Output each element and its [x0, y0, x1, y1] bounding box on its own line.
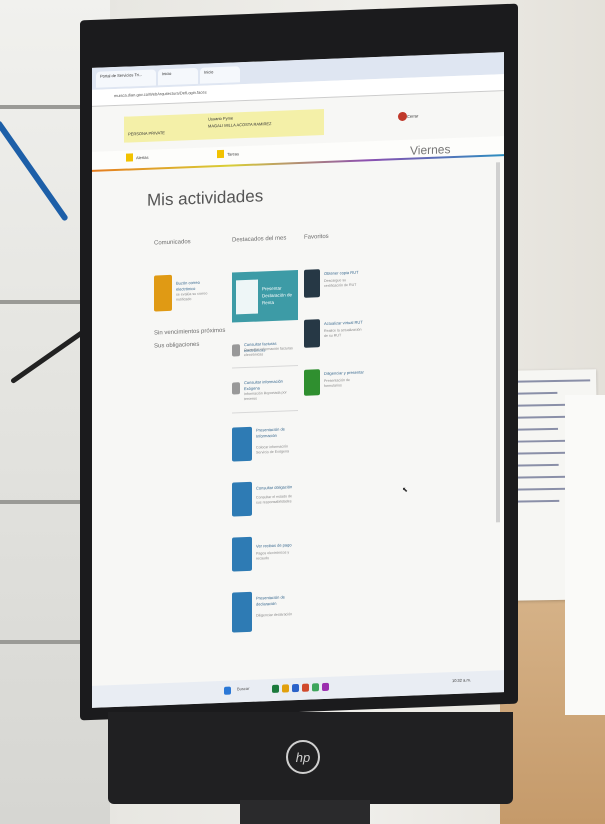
- taskbar-app-icon[interactable]: [322, 682, 329, 692]
- clock: 10:32 a.m.: [452, 677, 471, 684]
- mouse-cursor: ⬉: [402, 486, 408, 495]
- favoritos-item-sub: Presentación de formularios: [324, 378, 350, 389]
- form-icon[interactable]: [232, 591, 252, 633]
- edge-icon[interactable]: [292, 683, 299, 693]
- destacados-item-sub: Información Reportada por terceros: [244, 390, 287, 402]
- windows-start-icon[interactable]: [224, 686, 231, 695]
- destacados-item-label[interactable]: Ver recibos de pago: [256, 542, 298, 550]
- rut-copy-icon[interactable]: [304, 269, 320, 298]
- tasks-icon[interactable]: [217, 149, 224, 159]
- banner-user: MAGALI MILLA ACOSTA RAMIREZ: [208, 121, 272, 129]
- document-icon: [236, 279, 258, 315]
- receipt-icon[interactable]: [232, 536, 252, 572]
- browser-tab[interactable]: Inicio: [158, 67, 198, 86]
- column-title-favoritos: Favoritos: [304, 233, 329, 241]
- favoritos-item-label[interactable]: Diligenciar y presentar: [324, 369, 364, 377]
- destacados-item-sub: Consultar información facturas electróni…: [244, 346, 293, 358]
- destacados-item-sub: Colocar información Servicio de Exógena: [256, 444, 289, 455]
- taskbar-app-icon[interactable]: [272, 684, 279, 693]
- featured-card[interactable]: Presentar Declaración de Renta: [232, 270, 298, 323]
- destacados-item-label[interactable]: Presentación de declaración: [256, 594, 298, 608]
- hp-logo: hp: [286, 740, 320, 774]
- exogena-icon[interactable]: [232, 382, 240, 395]
- divider: [232, 365, 298, 369]
- nav-item-alertas[interactable]: Alertas: [136, 155, 148, 160]
- browser-tab[interactable]: Portal de Servicios Tri...: [96, 69, 156, 88]
- bell-icon[interactable]: [126, 153, 133, 162]
- browser-tab[interactable]: Inicio: [200, 66, 240, 84]
- column-title-destacados: Destacados del mes: [232, 235, 287, 244]
- monitor-stand: [240, 800, 370, 824]
- logout-link[interactable]: Cerrar: [407, 113, 418, 118]
- favoritos-item-sub: Realice la actualización de su RUT: [324, 327, 362, 339]
- mail-icon[interactable]: [154, 274, 172, 312]
- no-deadlines-text: Sin vencimientos próximos: [154, 327, 226, 337]
- wall-paper-secondary: [565, 395, 605, 715]
- office-icon[interactable]: [302, 683, 309, 692]
- house-icon[interactable]: [232, 426, 252, 462]
- nav-item-tareas[interactable]: Tareas: [227, 151, 239, 156]
- taskbar-search[interactable]: Buscar: [237, 686, 249, 691]
- favoritos-item-label[interactable]: Obtener copia RUT: [324, 269, 364, 277]
- divider: [232, 410, 298, 414]
- obligations-link[interactable]: Sus obligaciones: [154, 342, 199, 350]
- banner-left-text: PERSONA PRIVATE: [128, 130, 165, 137]
- destacados-item-label[interactable]: Presentación de Información: [256, 426, 298, 440]
- banner-title: Usuario Pyme: [208, 115, 234, 122]
- page-title: Mis actividades: [147, 186, 264, 210]
- comunicados-item-sub: se evalúa su correo notificado: [176, 291, 208, 302]
- destacados-item-sub: Pagos electrónicos y recaudo: [256, 550, 290, 561]
- destacados-item-sub: Consultar el estado de sus responsabilid…: [256, 494, 292, 505]
- destacados-item-label[interactable]: Consultar obligación: [256, 484, 298, 492]
- invoice-icon[interactable]: [232, 344, 240, 357]
- monitor-screen: Portal de Servicios Tri... Inicio Inicio…: [92, 52, 504, 708]
- present-form-icon[interactable]: [304, 369, 320, 396]
- destacados-item-sub: Diligenciar declaración: [256, 612, 293, 618]
- folder-icon[interactable]: [282, 684, 289, 693]
- column-title-comunicados: Comunicados: [154, 239, 191, 247]
- featured-card-label: Presentar Declaración de Renta: [262, 285, 293, 306]
- list-icon[interactable]: [232, 481, 252, 517]
- favoritos-item-label[interactable]: Actualizar virtual RUT: [324, 319, 364, 327]
- page-scrollbar[interactable]: [496, 162, 500, 523]
- url-text: muisca.dian.gov.co/WebArquitectura/DefLo…: [114, 89, 207, 99]
- rut-update-icon[interactable]: [304, 319, 320, 348]
- user-banner: Usuario Pyme MAGALI MILLA ACOSTA RAMIREZ…: [124, 109, 324, 143]
- logout-icon[interactable]: [398, 111, 407, 122]
- favoritos-item-sub: Descargue su certificación de RUT: [324, 278, 357, 289]
- day-label: Viernes: [410, 142, 451, 158]
- chrome-icon[interactable]: [312, 683, 319, 692]
